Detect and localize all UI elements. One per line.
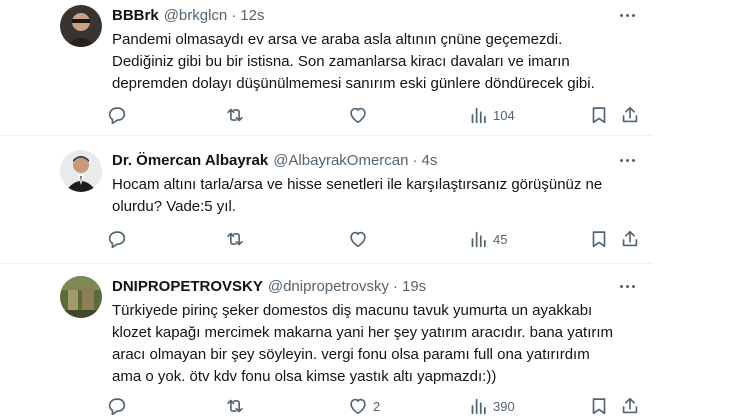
reply-button[interactable] xyxy=(106,394,132,418)
bookmark-icon xyxy=(588,395,610,417)
bookmark-button[interactable] xyxy=(588,227,610,251)
separator-dot: · xyxy=(412,151,418,169)
author-name[interactable]: BBBrk xyxy=(112,7,159,24)
timestamp[interactable]: 4s xyxy=(421,152,437,169)
reply-button[interactable] xyxy=(106,103,132,127)
like-button[interactable] xyxy=(347,103,373,127)
like-button[interactable] xyxy=(347,227,373,251)
views-button[interactable]: 104 xyxy=(467,103,515,127)
views-button[interactable]: 390 xyxy=(467,394,515,418)
repost-button[interactable] xyxy=(224,227,250,251)
author-handle[interactable]: @AlbayrakOmercan xyxy=(273,152,408,169)
author-handle[interactable]: @brkglcn xyxy=(164,7,228,24)
action-bar: 104 xyxy=(106,103,646,127)
action-bar: 45 xyxy=(106,227,646,251)
views-icon xyxy=(467,228,489,250)
reply-icon xyxy=(106,104,128,126)
share-icon xyxy=(619,228,641,250)
avatar[interactable] xyxy=(60,150,102,192)
share-button[interactable] xyxy=(619,103,641,127)
views-count: 390 xyxy=(493,398,515,414)
bookmark-icon xyxy=(588,104,610,126)
repost-icon xyxy=(224,228,246,250)
more-icon[interactable] xyxy=(614,151,640,169)
tweet[interactable]: DNIPROPETROVSKY @dnipropetrovsky · 19s T… xyxy=(0,264,652,420)
views-icon xyxy=(467,104,489,126)
reply-icon xyxy=(106,395,128,417)
author-name[interactable]: DNIPROPETROVSKY xyxy=(112,278,263,295)
views-count: 104 xyxy=(493,107,515,123)
tweet-text: Türkiyede pirinç şeker domestos diş macu… xyxy=(112,302,614,385)
tweet-header: Dr. Ömercan Albayrak @AlbayrakOmercan · … xyxy=(112,149,437,171)
views-button[interactable]: 45 xyxy=(467,227,507,251)
repost-button[interactable] xyxy=(224,394,250,418)
tweet[interactable]: BBBrk @brkglcn · 12s Pandemi olmasaydı e… xyxy=(0,0,652,134)
share-button[interactable] xyxy=(619,227,641,251)
author-name[interactable]: Dr. Ömercan Albayrak xyxy=(112,152,268,169)
bookmark-button[interactable] xyxy=(588,103,610,127)
timestamp[interactable]: 19s xyxy=(402,278,426,295)
views-icon xyxy=(467,395,489,417)
action-bar: 2 390 xyxy=(106,394,646,418)
reply-button[interactable] xyxy=(106,227,132,251)
share-icon xyxy=(619,395,641,417)
tweet-header: DNIPROPETROVSKY @dnipropetrovsky · 19s xyxy=(112,275,426,297)
repost-icon xyxy=(224,395,246,417)
tweet-text: Pandemi olmasaydı ev arsa ve araba asla … xyxy=(112,31,595,92)
separator-dot: · xyxy=(231,6,237,24)
tweet-header: BBBrk @brkglcn · 12s xyxy=(112,4,264,26)
repost-button[interactable] xyxy=(224,103,250,127)
bookmark-icon xyxy=(588,228,610,250)
timestamp[interactable]: 12s xyxy=(240,7,264,24)
share-icon xyxy=(619,104,641,126)
like-icon xyxy=(347,395,369,417)
more-icon[interactable] xyxy=(614,277,640,295)
bookmark-button[interactable] xyxy=(588,394,610,418)
like-icon xyxy=(347,228,369,250)
separator-dot: · xyxy=(392,277,398,295)
more-icon[interactable] xyxy=(614,6,640,24)
author-handle[interactable]: @dnipropetrovsky xyxy=(268,278,389,295)
like-icon xyxy=(347,104,369,126)
repost-icon xyxy=(224,104,246,126)
share-button[interactable] xyxy=(619,394,641,418)
like-button[interactable]: 2 xyxy=(347,394,380,418)
views-count: 45 xyxy=(493,231,508,247)
tweet-text: Hocam altını tarla/arsa ve hisse senetle… xyxy=(112,176,603,215)
like-count: 2 xyxy=(373,398,381,414)
avatar[interactable] xyxy=(60,5,102,47)
avatar[interactable] xyxy=(60,276,102,318)
reply-icon xyxy=(106,228,128,250)
tweet[interactable]: Dr. Ömercan Albayrak @AlbayrakOmercan · … xyxy=(0,136,652,264)
tweet-feed: BBBrk @brkglcn · 12s Pandemi olmasaydı e… xyxy=(0,0,652,420)
